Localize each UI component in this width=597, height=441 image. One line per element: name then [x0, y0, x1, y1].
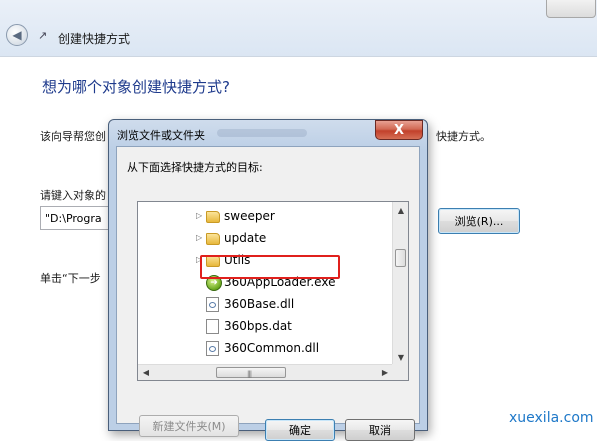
- scroll-corner: [392, 364, 408, 380]
- ok-button[interactable]: 确定: [265, 419, 335, 441]
- tree-item-label: 360bps.dat: [224, 319, 292, 333]
- cancel-button[interactable]: 取消: [345, 419, 415, 441]
- shortcut-icon: ↗: [38, 29, 48, 42]
- horizontal-scrollbar[interactable]: ◀ ||| ▶: [138, 364, 393, 380]
- grip-icon: |||: [247, 370, 252, 378]
- scroll-up-arrow-icon[interactable]: ▲: [394, 202, 408, 218]
- wizard-description-end: 快捷方式。: [436, 130, 491, 143]
- watermark: xuexila.com: [509, 410, 594, 426]
- tree-item-label: update: [224, 231, 267, 245]
- browse-button[interactable]: 浏览(R)...: [438, 208, 520, 234]
- selection-highlight-box: [200, 255, 340, 279]
- horizontal-scroll-thumb[interactable]: |||: [216, 367, 286, 378]
- folder-icon: [206, 211, 220, 223]
- tree-item-360common[interactable]: 360Common.dll: [138, 338, 393, 360]
- dll-file-icon: [206, 341, 219, 356]
- wizard-close-button[interactable]: [546, 0, 596, 18]
- tree-item-update[interactable]: ▷ update: [138, 228, 393, 250]
- dialog-client-area: 从下面选择快捷方式的目标: ▷ sweeper ▷ update ▷ Utils…: [116, 146, 420, 441]
- vertical-scroll-thumb[interactable]: [395, 249, 406, 267]
- tree-item-label: 360Common.dll: [224, 341, 320, 355]
- file-tree[interactable]: ▷ sweeper ▷ update ▷ Utils ➜ 360AppLoade…: [137, 201, 409, 381]
- back-arrow-icon[interactable]: ◀: [6, 24, 28, 46]
- wizard-heading: 想为哪个对象创建快捷方式?: [42, 78, 230, 96]
- dialog-title: 浏览文件或文件夹: [117, 129, 205, 142]
- scroll-right-arrow-icon[interactable]: ▶: [377, 365, 393, 380]
- browse-dialog: 浏览文件或文件夹 X 从下面选择快捷方式的目标: ▷ sweeper ▷ upd…: [108, 119, 428, 441]
- tree-item-sweeper[interactable]: ▷ sweeper: [138, 206, 393, 228]
- dialog-close-button[interactable]: X: [375, 120, 423, 140]
- folder-icon: [206, 233, 220, 245]
- wizard-title: 创建快捷方式: [58, 32, 131, 46]
- tree-item-label: 360Base.dll: [224, 297, 295, 311]
- new-folder-button[interactable]: 新建文件夹(M): [139, 415, 239, 437]
- expand-arrow-icon[interactable]: ▷: [196, 211, 202, 220]
- dll-file-icon: [206, 297, 219, 312]
- dialog-prompt: 从下面选择快捷方式的目标:: [127, 161, 263, 174]
- location-label: 请键入对象的: [40, 189, 106, 202]
- tree-item-360bps[interactable]: 360bps.dat: [138, 316, 393, 338]
- next-instruction-text: 单击“下一步: [40, 272, 101, 285]
- tree-item-360base[interactable]: 360Base.dll: [138, 294, 393, 316]
- tree-item-label: sweeper: [224, 209, 275, 223]
- wizard-description-start: 该向导帮您创: [40, 130, 106, 143]
- wizard-header-bar: [0, 0, 597, 56]
- file-icon: [206, 319, 219, 334]
- scroll-down-arrow-icon[interactable]: ▼: [394, 349, 408, 365]
- expand-arrow-icon[interactable]: ▷: [196, 233, 202, 242]
- vertical-scrollbar[interactable]: ▲ ▼: [392, 202, 408, 365]
- dialog-title-blur: [217, 129, 307, 137]
- scroll-left-arrow-icon[interactable]: ◀: [138, 365, 154, 380]
